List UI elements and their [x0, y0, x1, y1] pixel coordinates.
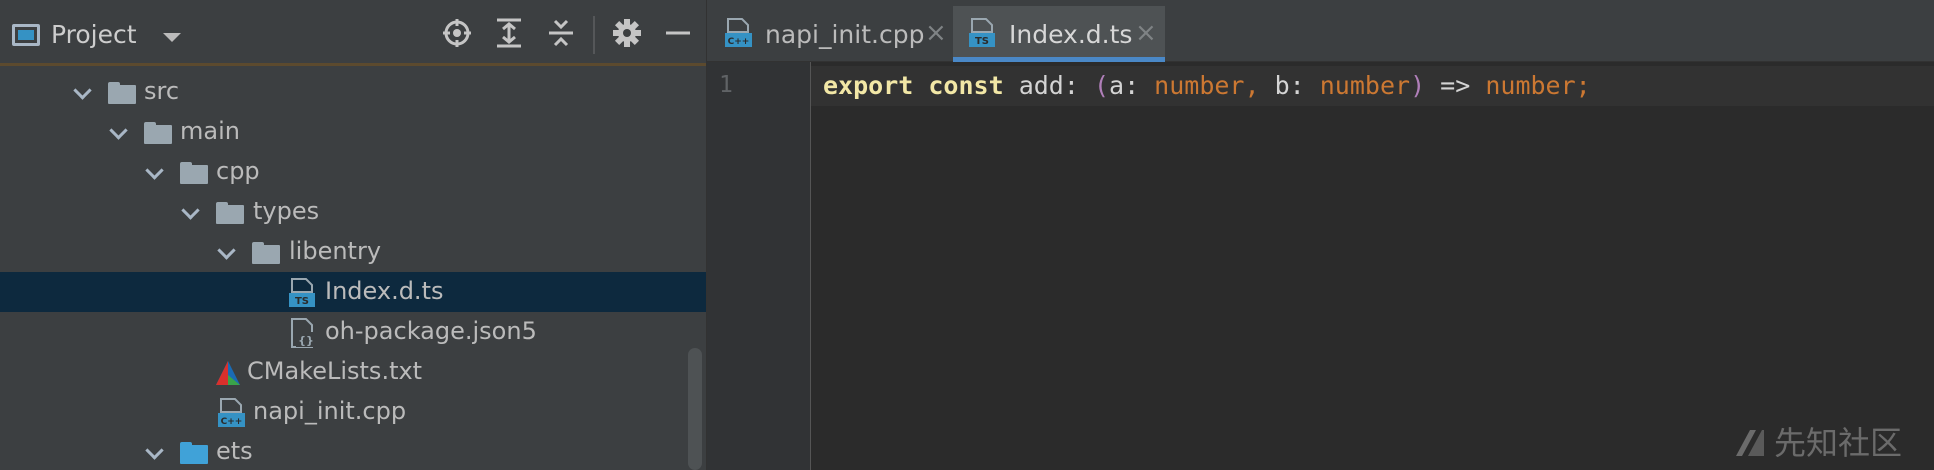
svg-text:TS: TS [295, 296, 309, 307]
code-type: number [1154, 71, 1245, 100]
code-keyword: const [928, 71, 1004, 100]
code-type: number [1319, 71, 1411, 100]
chevron-down-icon[interactable] [145, 161, 164, 180]
tree-scrollbar[interactable] [688, 348, 702, 470]
expand-all-icon[interactable] [492, 16, 526, 50]
code-identifier: add: [1003, 71, 1094, 100]
tree-item-cpp[interactable]: cpp [0, 152, 706, 192]
code-param: b: [1274, 71, 1320, 100]
json-file-icon: {} [287, 318, 317, 348]
minimize-icon[interactable] [661, 16, 695, 50]
watermark-text: 先知社区 [1774, 424, 1903, 462]
tree-item-label: ets [216, 437, 253, 465]
code-paren: ) [1410, 71, 1426, 100]
chevron-down-icon[interactable] [181, 201, 200, 220]
folder-icon [180, 442, 208, 464]
tree-item-label: libentry [289, 237, 382, 265]
code-type: number [1485, 71, 1576, 100]
tree-item-types[interactable]: types [0, 192, 706, 232]
line-number: 1 [719, 72, 733, 98]
code-param: a: [1109, 71, 1155, 100]
project-panel: Project src main cpp types libentry TS I… [0, 0, 706, 470]
tree-item-label: CMakeLists.txt [247, 357, 423, 385]
cpp-file-icon: C++ [723, 18, 753, 48]
folder-icon [252, 242, 280, 264]
project-title[interactable]: Project [51, 20, 137, 49]
tab-index-d-ts[interactable]: TS Index.d.ts × [953, 6, 1165, 62]
tree-item-napi-init-cpp[interactable]: C++ napi_init.cpp [0, 392, 706, 432]
watermark: 先知社区 [1732, 418, 1902, 464]
tree-item-libentry[interactable]: libentry [0, 232, 706, 272]
typescript-file-icon: TS [287, 278, 317, 308]
close-icon[interactable]: × [1135, 18, 1157, 48]
code-arrow: => [1425, 71, 1486, 100]
line-number-gutter: 1 [707, 62, 811, 470]
tree-item-label: napi_init.cpp [253, 397, 407, 425]
folder-icon [180, 162, 208, 184]
chevron-down-icon[interactable] [217, 241, 236, 260]
locate-icon[interactable] [440, 16, 474, 50]
gear-icon[interactable] [610, 16, 644, 50]
chevron-down-icon[interactable] [109, 121, 128, 140]
chevron-down-icon[interactable] [163, 33, 181, 42]
editor-area: C++ napi_init.cpp × TS Index.d.ts × 1 ex… [706, 0, 1934, 470]
watermark-logo-icon [1732, 426, 1766, 460]
code-keyword: export [823, 71, 914, 100]
tree-item-main[interactable]: main [0, 112, 706, 152]
tree-item-ets[interactable]: ets [0, 432, 706, 470]
editor-tab-bar: C++ napi_init.cpp × TS Index.d.ts × [707, 0, 1934, 62]
code-comma: , [1244, 71, 1275, 100]
folder-icon [216, 202, 244, 224]
chevron-down-icon[interactable] [145, 441, 164, 460]
project-icon [12, 24, 40, 46]
code-semicolon: ; [1575, 71, 1591, 100]
tree-item-index-d-ts[interactable]: TS Index.d.ts [0, 272, 706, 312]
tab-napi-init-cpp[interactable]: C++ napi_init.cpp × [707, 6, 953, 62]
tree-item-cmakelists[interactable]: CMakeLists.txt [0, 352, 706, 392]
tab-label: Index.d.ts [1009, 20, 1133, 49]
tree-item-label: oh-package.json5 [325, 317, 537, 345]
folder-icon [144, 122, 172, 144]
collapse-all-icon[interactable] [544, 16, 578, 50]
svg-text:C++: C++ [221, 417, 243, 427]
tree-item-label: src [144, 77, 180, 105]
svg-text:C++: C++ [728, 37, 750, 47]
tree-item-label: main [180, 117, 240, 145]
close-icon[interactable]: × [925, 18, 947, 48]
typescript-file-icon: TS [967, 18, 997, 48]
chevron-down-icon[interactable] [73, 81, 92, 100]
tab-label: napi_init.cpp [765, 20, 925, 49]
svg-text:{}: {} [298, 334, 314, 347]
tree-item-label: cpp [216, 157, 260, 185]
code-line[interactable]: export const add: (a: number, b: number)… [823, 71, 1591, 100]
toolbar-separator [593, 16, 595, 54]
project-toolwindow-header: Project [0, 0, 706, 66]
cpp-file-icon: C++ [216, 398, 246, 428]
cmake-file-icon [213, 358, 243, 388]
folder-icon [108, 82, 136, 104]
tree-item-oh-package-json5[interactable]: {} oh-package.json5 [0, 312, 706, 352]
tree-item-label: Index.d.ts [325, 277, 444, 305]
tree-item-src[interactable]: src [0, 72, 706, 112]
tree-item-label: types [253, 197, 320, 225]
code-paren: ( [1093, 71, 1110, 100]
svg-text:TS: TS [975, 36, 989, 47]
